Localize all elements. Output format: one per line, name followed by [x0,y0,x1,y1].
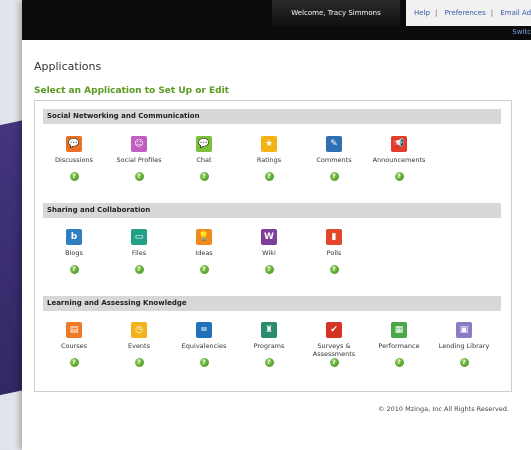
section-header-learning: Learning and Assessing Knowledge [43,296,501,311]
app-performance[interactable]: ▦ Performance ? [368,322,430,367]
chat-icon: 💬 [196,136,212,152]
help-icon[interactable]: ? [134,172,144,181]
app-label: Wiki [262,249,276,257]
app-events[interactable]: ◷ Events ? [108,322,170,367]
app-blogs[interactable]: b Blogs ? [43,229,105,274]
app-courses[interactable]: ▤ Courses ? [43,322,105,367]
app-chat[interactable]: 💬 Chat ? [173,136,235,181]
help-link[interactable]: Help [414,9,430,17]
help-icon[interactable]: ? [199,265,209,274]
app-lending-library[interactable]: ▣ Lending Library ? [433,322,495,367]
performance-icon: ▦ [391,322,407,338]
app-label: Social Profiles [116,156,162,164]
events-icon: ◷ [131,322,147,338]
page-title: Applications [34,60,102,73]
app-discussions[interactable]: 💬 Discussions ? [43,136,105,181]
programs-icon: ♜ [261,322,277,338]
ideas-icon: 💡 [196,229,212,245]
switch-link[interactable]: Switc [512,28,531,36]
help-icon[interactable]: ? [329,265,339,274]
blogs-icon: b [66,229,82,245]
applications-box: Social Networking and Communication 💬 Di… [34,100,512,392]
app-label: Performance [378,342,420,350]
help-icon[interactable]: ? [394,358,404,367]
app-label: Lending Library [438,342,490,350]
files-icon: ▭ [131,229,147,245]
app-label: Chat [196,156,212,164]
help-icon[interactable]: ? [134,358,144,367]
applications-panel: Welcome, Tracy Simmons Help | Preferences… [22,0,531,450]
app-programs[interactable]: ♜ Programs ? [238,322,300,367]
app-comments[interactable]: ✎ Comments ? [303,136,365,181]
app-ideas[interactable]: 💡 Ideas ? [173,229,235,274]
help-icon[interactable]: ? [394,172,404,181]
app-label: Polls [326,249,342,257]
app-label: Courses [60,342,88,350]
comments-icon: ✎ [326,136,342,152]
equivalencies-icon: = [196,322,212,338]
surveys-icon: ✔ [326,322,342,338]
ratings-icon: ★ [261,136,277,152]
help-icon[interactable]: ? [264,358,274,367]
app-equivalencies[interactable]: = Equivalencies ? [173,322,235,367]
help-icon[interactable]: ? [264,172,274,181]
app-label: Blogs [65,249,83,257]
top-links: Help | Preferences | Email Ad [406,0,531,26]
section-header-sharing: Sharing and Collaboration [43,203,501,218]
app-ratings[interactable]: ★ Ratings ? [238,136,300,181]
help-icon[interactable]: ? [69,358,79,367]
help-icon[interactable]: ? [69,172,79,181]
app-label: Events [127,342,150,350]
social-profiles-icon: ☺ [131,136,147,152]
polls-icon: ▮ [326,229,342,245]
help-icon[interactable]: ? [459,358,469,367]
app-label: Surveys & Assessments [312,342,356,358]
help-icon[interactable]: ? [329,358,339,367]
help-icon[interactable]: ? [69,265,79,274]
help-icon[interactable]: ? [199,172,209,181]
discussions-icon: 💬 [66,136,82,152]
copyright-footer: © 2010 Mzinga, Inc All Rights Reserved. [377,405,509,413]
help-icon[interactable]: ? [199,358,209,367]
page-subtitle: Select an Application to Set Up or Edit [34,86,229,96]
help-icon[interactable]: ? [134,265,144,274]
app-label: Ratings [256,156,282,164]
app-label: Files [131,249,147,257]
email-admin-link[interactable]: Email Ad [500,9,531,17]
lending-library-icon: ▣ [456,322,472,338]
welcome-message: Welcome, Tracy Simmons [272,0,400,26]
preferences-link[interactable]: Preferences [445,9,486,17]
top-bar: Welcome, Tracy Simmons Help | Preferences… [22,0,531,40]
app-wiki[interactable]: W Wiki ? [238,229,300,274]
app-label: Programs [253,342,285,350]
app-label: Comments [316,156,352,164]
app-label: Equivalencies [181,342,227,350]
announcements-icon: 📢 [391,136,407,152]
help-icon[interactable]: ? [264,265,274,274]
app-label: Announcements [372,156,426,164]
app-announcements[interactable]: 📢 Announcements ? [368,136,430,181]
app-label: Discussions [55,156,93,164]
app-social-profiles[interactable]: ☺ Social Profiles ? [108,136,170,181]
section-header-social: Social Networking and Communication [43,109,501,124]
app-label: Ideas [195,249,213,257]
app-polls[interactable]: ▮ Polls ? [303,229,365,274]
help-icon[interactable]: ? [329,172,339,181]
courses-icon: ▤ [66,322,82,338]
wiki-icon: W [261,229,277,245]
app-surveys-assessments[interactable]: ✔ Surveys & Assessments ? [303,322,365,367]
app-files[interactable]: ▭ Files ? [108,229,170,274]
